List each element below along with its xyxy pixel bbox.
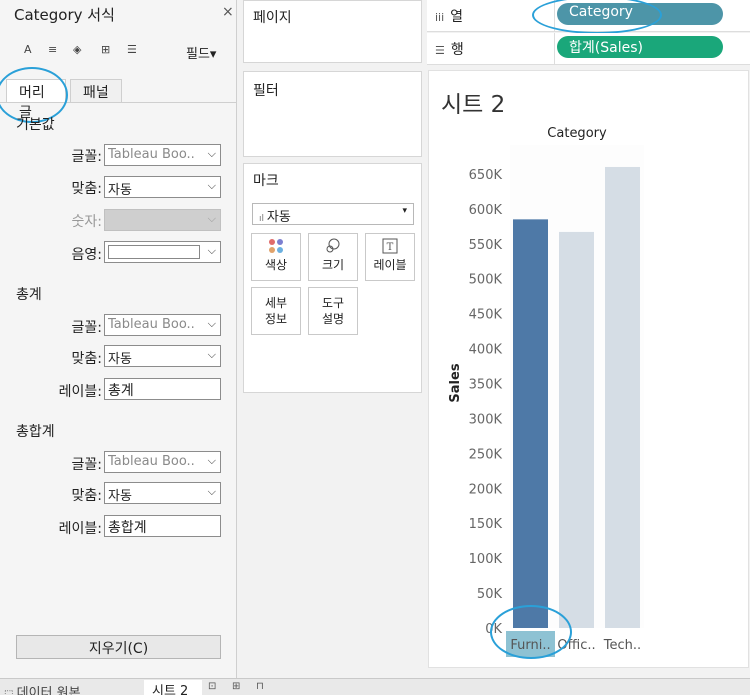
svg-text:T: T xyxy=(387,242,394,253)
fields-dropdown[interactable]: 필드▾ xyxy=(186,43,216,62)
new-story-icon[interactable]: ⊓ xyxy=(256,681,264,692)
mark-type-dropdown[interactable]: ıl 자동 ▾ xyxy=(252,203,414,225)
highlight-circle xyxy=(490,605,572,659)
pages-shelf-title: 페이지 xyxy=(253,10,292,26)
rows-shelf-label: ☰ 행 xyxy=(435,42,464,58)
totals-align-dropdown[interactable]: 자동 ⌵ xyxy=(104,345,221,367)
color-button[interactable]: 색상 xyxy=(251,233,301,281)
chevron-down-icon: ⌵ xyxy=(207,212,216,225)
lines-icon[interactable]: ☰ xyxy=(127,43,137,56)
chevron-down-icon: ⌵ xyxy=(207,454,216,467)
font-icon[interactable]: A xyxy=(24,43,32,56)
label-label: 레이블: xyxy=(58,521,102,537)
y-tick-label: 350K xyxy=(469,378,503,393)
format-pane: Category 서식 × A ≡ ◈ ⊞ ☰ 필드▾ 머리글 패널 기본값 글… xyxy=(0,0,237,678)
section-grand-totals-title: 총합계 xyxy=(16,424,55,440)
label-button[interactable]: T 레이블 xyxy=(365,233,415,281)
number-dropdown: ⌵ xyxy=(104,209,221,231)
sheet-tab-bar: ⬚ 데이터 원본 시트 2 ⊡ ⊞ ⊓ xyxy=(0,678,750,695)
format-pane-title: Category 서식 xyxy=(14,6,115,24)
y-tick-label: 300K xyxy=(469,412,503,427)
font-label: 글꼴: xyxy=(71,149,102,165)
chart-title: Category xyxy=(547,126,607,141)
align-label: 맞춤: xyxy=(71,351,102,367)
chevron-down-icon: ⌵ xyxy=(207,348,216,361)
chevron-down-icon: ▾ xyxy=(402,206,407,216)
color-icon xyxy=(252,234,300,256)
totals-label-field[interactable]: 총계 xyxy=(104,378,221,400)
grand-totals-label-field[interactable]: 총합계 xyxy=(104,515,221,537)
section-default-title: 기본값 xyxy=(16,117,55,133)
filters-shelf-title: 필터 xyxy=(253,83,279,99)
color-swatch xyxy=(108,245,200,259)
chevron-down-icon: ⌵ xyxy=(207,147,216,160)
grand-totals-font-dropdown[interactable]: Tableau Boo.. ⌵ xyxy=(104,451,221,473)
chevron-down-icon: ⌵ xyxy=(207,485,216,498)
totals-font-dropdown[interactable]: Tableau Boo.. ⌵ xyxy=(104,314,221,336)
bar-chart: CategorySales0K50K100K150K200K250K300K35… xyxy=(448,126,644,657)
grand-totals-align-dropdown[interactable]: 자동 ⌵ xyxy=(104,482,221,504)
y-tick-label: 250K xyxy=(469,447,503,462)
bar xyxy=(605,166,640,628)
y-tick-label: 100K xyxy=(469,552,503,567)
pages-shelf[interactable]: 페이지 xyxy=(243,0,422,63)
rows-icon: ☰ xyxy=(435,44,445,57)
y-tick-label: 400K xyxy=(469,343,503,358)
chevron-down-icon: ⌵ xyxy=(207,317,216,330)
number-label: 숫자: xyxy=(71,214,102,230)
new-dashboard-icon[interactable]: ⊞ xyxy=(232,681,240,692)
clear-button[interactable]: 지우기(C) xyxy=(16,635,221,659)
shading-icon[interactable]: ◈ xyxy=(73,43,81,56)
y-tick-label: 50K xyxy=(477,587,503,602)
text-icon: T xyxy=(366,234,414,256)
y-tick-label: 600K xyxy=(469,203,503,218)
borders-icon[interactable]: ⊞ xyxy=(101,43,110,56)
bar xyxy=(559,231,594,628)
shading-label: 음영: xyxy=(71,247,102,263)
bar xyxy=(513,219,548,628)
font-dropdown[interactable]: Tableau Boo.. ⌵ xyxy=(104,144,221,166)
chevron-down-icon: ⌵ xyxy=(207,179,216,192)
filters-shelf[interactable]: 필터 xyxy=(243,71,422,157)
x-tick-label: Tech.. xyxy=(603,638,641,653)
marks-card: 마크 ıl 자동 ▾ 색상 크기 T 레이블 세부 정보 도구 설명 xyxy=(243,163,422,393)
columns-shelf-label: iii 열 xyxy=(435,9,464,25)
sales-pill[interactable]: 합계(Sales) xyxy=(557,36,723,58)
y-tick-label: 150K xyxy=(469,517,503,532)
tooltip-button[interactable]: 도구 설명 xyxy=(308,287,358,335)
font-label: 글꼴: xyxy=(71,320,102,336)
y-tick-label: 550K xyxy=(469,238,503,253)
divider xyxy=(554,33,555,65)
font-label: 글꼴: xyxy=(71,457,102,473)
columns-icon: iii xyxy=(435,11,445,24)
size-icon xyxy=(309,234,357,256)
bar-icon: ıl xyxy=(259,214,267,224)
rows-shelf[interactable]: ☰ 행 합계(Sales) xyxy=(427,33,750,65)
new-sheet-icon[interactable]: ⊡ xyxy=(208,681,216,692)
marks-card-title: 마크 xyxy=(253,173,279,189)
align-label: 맞춤: xyxy=(71,488,102,504)
y-tick-label: 500K xyxy=(469,273,503,288)
close-icon[interactable]: × xyxy=(222,4,234,20)
section-totals-title: 총계 xyxy=(16,287,42,303)
chevron-down-icon: ⌵ xyxy=(207,244,216,257)
datasource-tab[interactable]: ⬚ 데이터 원본 xyxy=(4,682,81,695)
align-icon[interactable]: ≡ xyxy=(48,43,57,56)
shading-dropdown[interactable]: ⌵ xyxy=(104,241,221,263)
worksheet: 시트 2 Category Sales 0K 50K 100K 150K 200K 250K 3… xyxy=(428,70,749,668)
align-label: 맞춤: xyxy=(71,181,102,197)
size-button[interactable]: 크기 xyxy=(308,233,358,281)
label-label: 레이블: xyxy=(58,384,102,400)
align-dropdown[interactable]: 자동 ⌵ xyxy=(104,176,221,198)
sheet-tab[interactable]: 시트 2 xyxy=(144,680,202,695)
detail-button[interactable]: 세부 정보 xyxy=(251,287,301,335)
y-axis-label: Sales xyxy=(448,363,463,402)
y-tick-label: 200K xyxy=(469,482,503,497)
y-tick-label: 450K xyxy=(469,308,503,323)
y-tick-label: 650K xyxy=(469,168,503,183)
tab-panel[interactable]: 패널 xyxy=(70,79,122,103)
